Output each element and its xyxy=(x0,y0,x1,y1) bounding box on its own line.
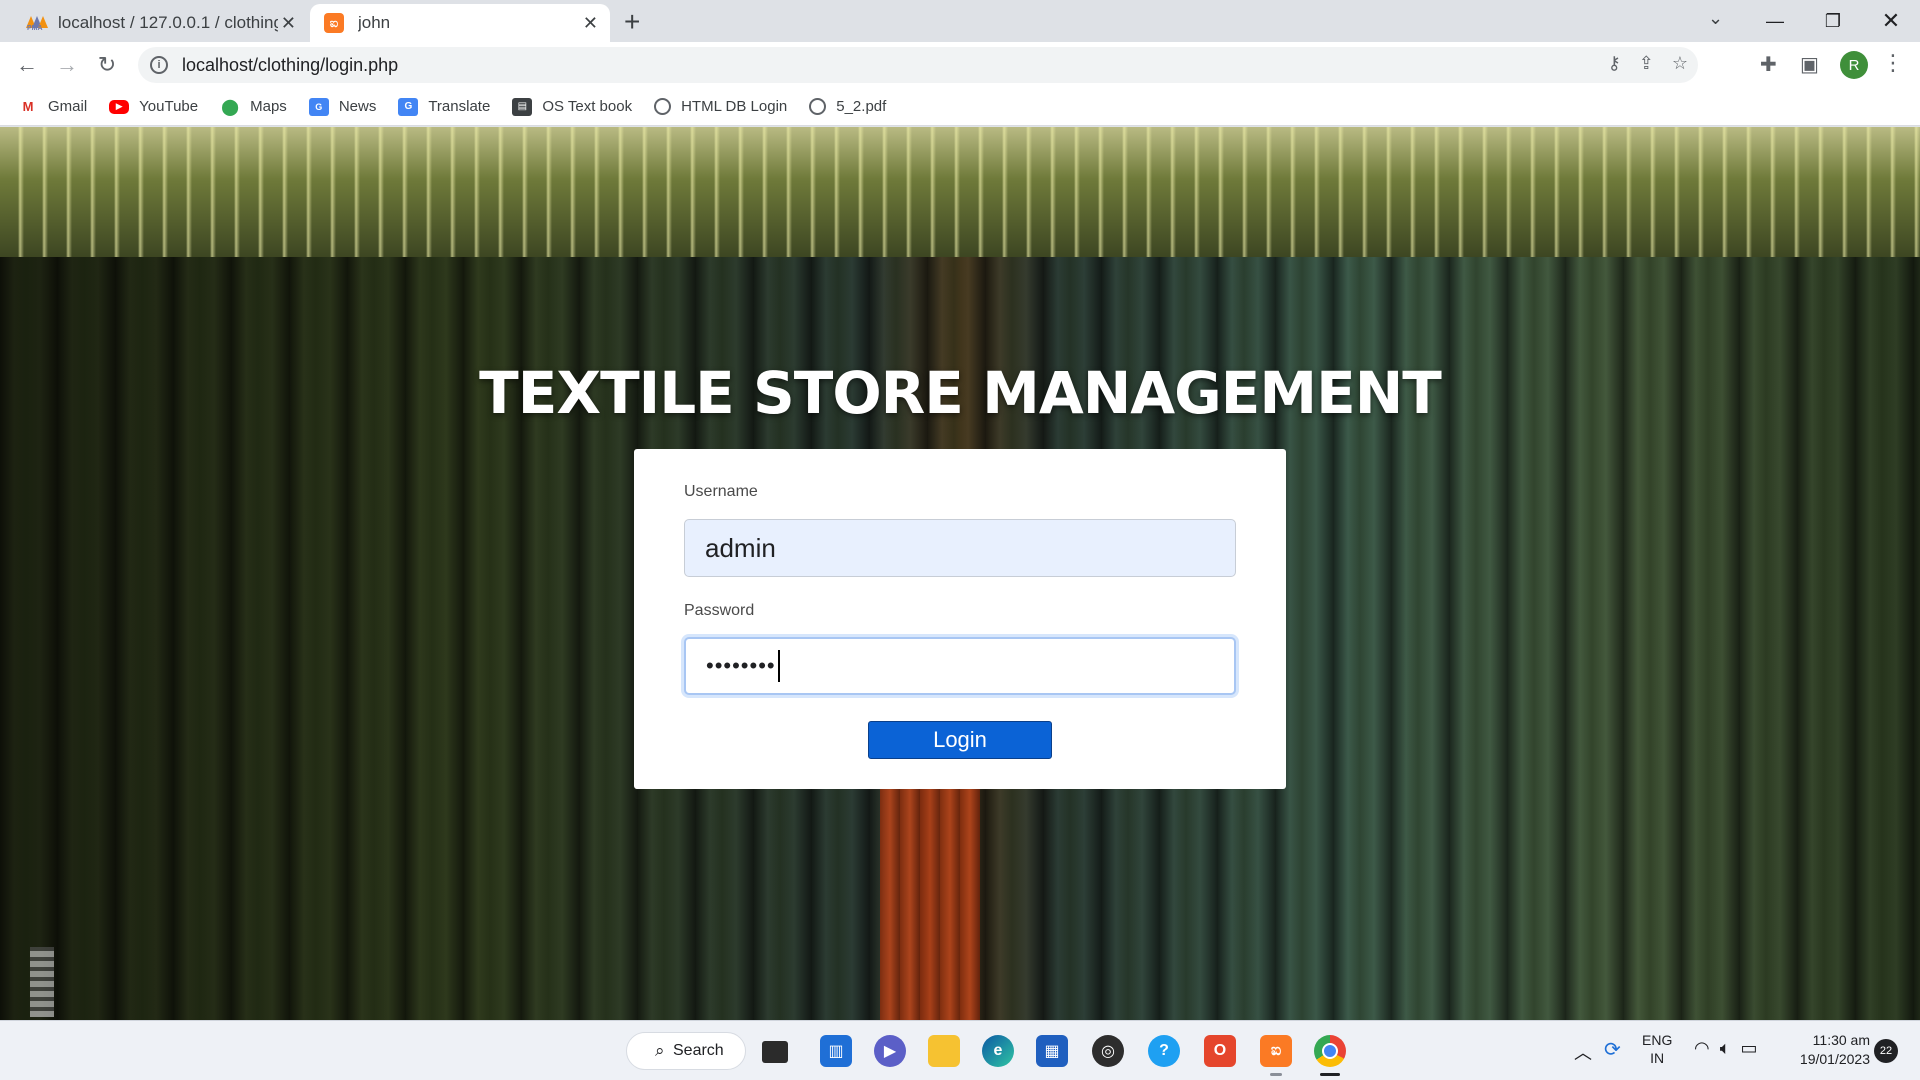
gmail-icon: M xyxy=(22,99,34,114)
file-explorer-icon[interactable] xyxy=(928,1035,960,1067)
bookmark-label: OS Text book xyxy=(542,98,633,115)
tab-search-icon[interactable]: ⌄ xyxy=(1708,8,1723,29)
tab-john[interactable]: ಐ john ✕ xyxy=(310,4,610,42)
chrome-icon[interactable] xyxy=(1314,1035,1346,1067)
running-indicator xyxy=(1270,1073,1282,1076)
bookmark-5-2-pdf[interactable]: 5_2.pdf xyxy=(809,98,886,115)
star-icon[interactable]: ☆ xyxy=(1672,53,1688,74)
password-label: Password xyxy=(684,602,755,619)
bookmark-label: HTML DB Login xyxy=(681,98,788,115)
username-label: Username xyxy=(684,483,758,500)
bookmark-label: 5_2.pdf xyxy=(836,98,887,115)
windows-start-icon[interactable] xyxy=(574,1035,604,1065)
side-panel-icon[interactable]: ▣ xyxy=(1800,52,1819,77)
github-icon[interactable]: ◎ xyxy=(1092,1035,1124,1067)
battery-icon[interactable]: ▭ xyxy=(1741,1038,1758,1059)
password-value: •••••••• xyxy=(706,653,776,678)
username-value: admin xyxy=(705,532,776,563)
time: 11:30 am xyxy=(1812,1032,1870,1048)
menu-icon[interactable]: ⋮ xyxy=(1882,50,1904,76)
globe-icon xyxy=(654,98,672,115)
bookmark-youtube[interactable]: ▶ YouTube xyxy=(109,98,198,115)
reload-icon[interactable]: ↻ xyxy=(92,50,122,80)
tab-phpmyadmin[interactable]: PMA localhost / 127.0.0.1 / clothing_db … xyxy=(12,4,308,42)
task-view-icon[interactable] xyxy=(762,1041,788,1063)
tab-title: john xyxy=(358,13,391,32)
xampp-icon: ಐ xyxy=(324,13,344,33)
window-close-button[interactable]: ✕ xyxy=(1868,4,1914,38)
url-text[interactable]: localhost/clothing/login.php xyxy=(182,55,398,76)
search-icon: ⌕ xyxy=(655,1041,665,1060)
minimize-button[interactable]: — xyxy=(1752,4,1798,38)
background-clothes-rail xyxy=(0,127,1920,257)
extensions-icon[interactable]: ✚ xyxy=(1760,52,1777,77)
username-input[interactable]: admin xyxy=(684,519,1236,577)
bookmark-translate[interactable]: G Translate xyxy=(398,97,491,116)
bookmarks-bar: M Gmail ▶ YouTube ⬤ Maps G News G Transl… xyxy=(0,88,1920,126)
login-page: TEXTILE STORE MANAGEMENT Username admin … xyxy=(0,127,1920,1020)
search-label: Search xyxy=(673,1042,724,1059)
xampp-icon[interactable]: ಐ xyxy=(1260,1035,1292,1067)
bookmark-news[interactable]: G News xyxy=(308,97,377,116)
language-code: ENG xyxy=(1642,1032,1673,1048)
bookmark-label: Maps xyxy=(250,98,287,115)
bookmark-label: News xyxy=(338,98,377,115)
login-button[interactable]: Login xyxy=(868,721,1052,759)
site-info-icon[interactable]: i xyxy=(150,56,168,74)
help-icon[interactable]: ? xyxy=(1148,1035,1180,1067)
region-code: IN xyxy=(1650,1050,1665,1066)
background-tag xyxy=(30,947,54,1017)
key-icon[interactable]: ⚷ xyxy=(1608,53,1621,74)
back-arrow-icon[interactable]: ← xyxy=(12,50,42,80)
translate-icon: G xyxy=(398,97,419,116)
bookmark-label: YouTube xyxy=(139,98,199,115)
system-tray[interactable]: ◠ 🔈︎ ▭ xyxy=(1694,1038,1758,1059)
bookmark-label: Gmail xyxy=(48,98,88,115)
share-icon[interactable]: ⇪ xyxy=(1639,53,1654,74)
date: 19/01/2023 xyxy=(1799,1051,1870,1067)
address-bar[interactable]: i localhost/clothing/login.php ⚷ ⇪ ☆ xyxy=(138,47,1698,83)
clock[interactable]: 11:30 am 19/01/2023 xyxy=(1790,1031,1870,1069)
teams-chat-icon[interactable]: ▶ xyxy=(874,1035,906,1067)
volume-icon[interactable]: 🔈︎ xyxy=(1720,1038,1731,1059)
page-title: TEXTILE STORE MANAGEMENT xyxy=(479,359,1442,427)
notification-badge[interactable]: 22 xyxy=(1874,1039,1898,1063)
browser-toolbar: ← → ↻ i localhost/clothing/login.php ⚷ ⇪… xyxy=(0,42,1920,88)
phpmyadmin-icon: PMA xyxy=(26,14,48,32)
sync-icon[interactable]: ⟳ xyxy=(1604,1037,1621,1062)
bookmark-os-text-book[interactable]: ▤ OS Text book xyxy=(512,97,633,116)
youtube-icon: ▶ xyxy=(109,99,130,114)
text-caret xyxy=(777,650,780,682)
globe-icon xyxy=(809,98,827,115)
bookmark-label: Translate xyxy=(428,98,491,115)
bookmark-maps[interactable]: ⬤ Maps xyxy=(220,98,287,116)
taskbar-search-button[interactable]: ⌕ Search xyxy=(626,1032,746,1070)
maps-icon: ⬤ xyxy=(221,98,240,116)
profile-avatar[interactable]: R xyxy=(1840,51,1868,79)
new-tab-button[interactable]: + xyxy=(624,6,640,38)
login-form: Username admin Password •••••••• Login xyxy=(634,449,1286,789)
tab-title: localhost / 127.0.0.1 / clothing_db xyxy=(58,13,278,32)
browser-tab-strip: PMA localhost / 127.0.0.1 / clothing_db … xyxy=(0,0,1920,42)
bookmark-gmail[interactable]: M Gmail xyxy=(18,98,88,116)
news-icon: G xyxy=(308,97,329,116)
close-icon[interactable]: ✕ xyxy=(583,13,598,34)
microsoft-store-icon[interactable]: ▦ xyxy=(1036,1035,1068,1067)
wifi-icon[interactable]: ◠ xyxy=(1694,1038,1710,1059)
widgets-icon[interactable]: ▥ xyxy=(820,1035,852,1067)
taskbar: ⌕ Search ▥ ▶ e ▦ ◎ ? O ಐ ︿ ⟳ ENG IN ◠ 🔈︎… xyxy=(0,1020,1920,1080)
active-indicator xyxy=(1320,1073,1340,1076)
edge-icon[interactable]: e xyxy=(982,1035,1014,1067)
forward-arrow-icon[interactable]: → xyxy=(52,50,82,80)
restore-button[interactable]: ❐ xyxy=(1810,4,1856,38)
close-icon[interactable]: ✕ xyxy=(281,13,296,34)
book-icon: ▤ xyxy=(512,97,533,116)
bookmark-html-db-login[interactable]: HTML DB Login xyxy=(654,98,787,115)
password-input[interactable]: •••••••• xyxy=(684,637,1236,695)
chevron-up-icon[interactable]: ︿ xyxy=(1574,1039,1592,1065)
office-icon[interactable]: O xyxy=(1204,1035,1236,1067)
language-indicator[interactable]: ENG IN xyxy=(1642,1031,1672,1067)
